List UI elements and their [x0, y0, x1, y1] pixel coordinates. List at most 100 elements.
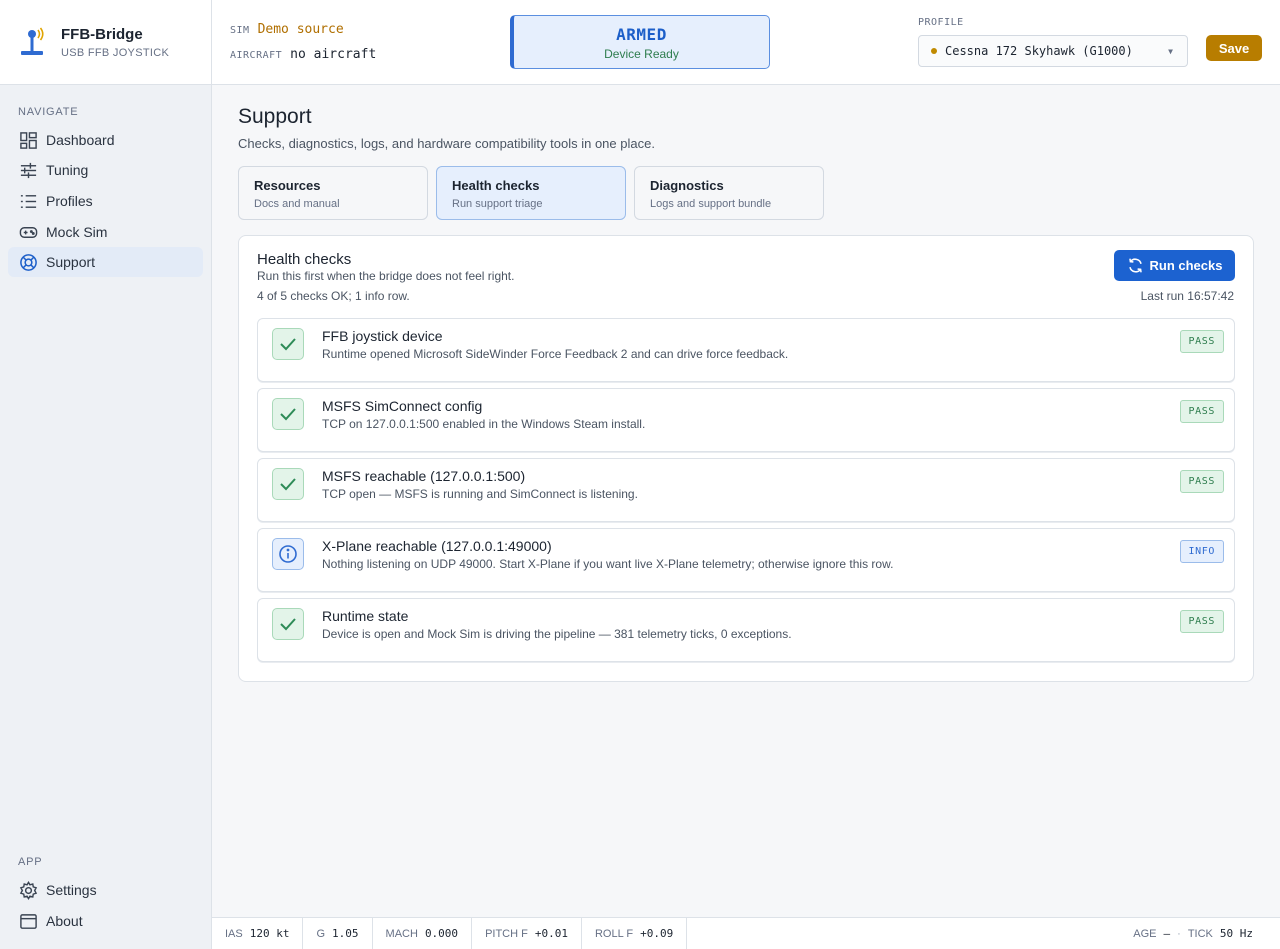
last-run-time: Last run 16:57:42 — [1140, 289, 1234, 303]
panel-subtitle: Run this first when the bridge does not … — [257, 269, 515, 283]
sidebar-item-tuning[interactable]: Tuning — [8, 155, 203, 185]
ias-readout: IAS 120 kt — [212, 918, 304, 949]
pitch-value: +0.01 — [534, 927, 568, 940]
refresh-icon — [1128, 258, 1142, 273]
g-value: 1.05 — [332, 927, 359, 940]
list-icon — [18, 191, 38, 211]
mach-readout: MACH 0.000 — [373, 918, 473, 949]
main-content: Support Checks, diagnostics, logs, and h… — [212, 85, 1280, 917]
pitch-readout: PITCH F +0.01 — [472, 918, 582, 949]
tab-health-checks[interactable]: Health checks Run support triage — [436, 166, 626, 220]
check-title: Runtime state — [322, 608, 409, 624]
aircraft-readout: AIRCRAFT no aircraft — [230, 47, 376, 62]
status-separator: · — [1177, 927, 1181, 940]
run-checks-button[interactable]: Run checks — [1114, 250, 1235, 281]
status-badge: INFO — [1179, 540, 1224, 563]
status-bar: IAS 120 kt G 1.05 MACH 0.000 PITCH F +0.… — [212, 917, 1280, 949]
aircraft-value: no aircraft — [290, 47, 377, 62]
check-title: MSFS reachable (127.0.0.1:500) — [322, 468, 526, 484]
gear-icon — [18, 880, 38, 900]
sidebar-item-about[interactable]: About — [8, 906, 203, 936]
joystick-logo-icon — [21, 27, 44, 55]
sidebar-item-label: Dashboard — [46, 132, 115, 148]
tab-subtitle: Logs and support bundle — [650, 198, 772, 210]
tab-subtitle: Run support triage — [452, 198, 543, 210]
save-button[interactable]: Save — [1206, 35, 1262, 61]
app-heading: APP — [18, 856, 43, 868]
check-description: Nothing listening on UDP 49000. Start X-… — [322, 557, 894, 571]
run-checks-label: Run checks — [1149, 258, 1223, 273]
status-badge: PASS — [1179, 470, 1224, 493]
check-description: Runtime opened Microsoft SideWinder Forc… — [322, 347, 789, 361]
checkmark-icon — [272, 468, 304, 500]
lifebuoy-icon — [18, 252, 38, 272]
armed-status-card: ARMED Device Ready — [510, 15, 770, 69]
tab-diagnostics[interactable]: Diagnostics Logs and support bundle — [634, 166, 824, 220]
tick-key: TICK — [1187, 927, 1213, 940]
sidebar-item-label: Profiles — [46, 193, 93, 209]
profile-select[interactable]: Cessna 172 Skyhawk (G1000) ▼ — [918, 35, 1188, 67]
check-description: Device is open and Mock Sim is driving t… — [322, 627, 792, 641]
g-key: G — [316, 927, 326, 940]
sidebar-item-settings[interactable]: Settings — [8, 875, 203, 905]
check-title: MSFS SimConnect config — [322, 398, 483, 414]
sidebar-item-label: Support — [46, 254, 96, 270]
brand-title: FFB-Bridge — [61, 25, 143, 43]
checks-summary: 4 of 5 checks OK; 1 info row. — [257, 289, 410, 303]
dashboard-icon — [18, 130, 38, 150]
ias-key: IAS — [225, 927, 243, 940]
panel-title: Health checks — [257, 251, 352, 268]
status-badge: PASS — [1179, 610, 1224, 633]
sidebar-item-support[interactable]: Support — [8, 247, 203, 277]
brand-subtitle: USB FFB JOYSTICK — [61, 46, 170, 59]
check-description: TCP on 127.0.0.1:500 enabled in the Wind… — [322, 417, 646, 431]
sidebar-item-mock-sim[interactable]: Mock Sim — [8, 217, 203, 247]
profile-value: Cessna 172 Skyhawk (G1000) — [945, 44, 1133, 58]
sim-key: SIM — [230, 25, 250, 36]
sidebar-item-label: Settings — [46, 882, 97, 898]
roll-key: ROLL F — [594, 927, 634, 940]
checkmark-icon — [272, 608, 304, 640]
checkmark-icon — [272, 328, 304, 360]
ias-value: 120 kt — [249, 927, 290, 940]
g-readout: G 1.05 — [303, 918, 373, 949]
tab-title: Health checks — [452, 178, 540, 193]
roll-readout: ROLL F +0.09 — [582, 918, 688, 949]
mach-value: 0.000 — [424, 927, 459, 940]
brand: FFB-Bridge USB FFB JOYSTICK — [0, 0, 211, 85]
sim-readout: SIM Demo source — [230, 22, 344, 37]
tick-value: 50 Hz — [1219, 927, 1253, 940]
sidebar-item-label: Tuning — [46, 162, 89, 178]
check-row: MSFS reachable (127.0.0.1:500) TCP open … — [257, 458, 1235, 522]
sidebar-item-label: About — [46, 913, 83, 929]
sidebar-item-profiles[interactable]: Profiles — [8, 186, 203, 216]
tab-title: Diagnostics — [650, 178, 724, 193]
gamepad-icon — [18, 222, 38, 242]
sidebar-item-dashboard[interactable]: Dashboard — [8, 125, 203, 155]
page-title: Support — [238, 105, 312, 128]
check-title: FFB joystick device — [322, 328, 443, 344]
top-header: SIM Demo source AIRCRAFT no aircraft ARM… — [212, 0, 1280, 85]
check-row: MSFS SimConnect config TCP on 127.0.0.1:… — [257, 388, 1235, 452]
tab-resources[interactable]: Resources Docs and manual — [238, 166, 428, 220]
tab-title: Resources — [254, 178, 321, 193]
check-title: X-Plane reachable (127.0.0.1:49000) — [322, 538, 552, 554]
status-badge: PASS — [1179, 400, 1224, 423]
check-row: Runtime state Device is open and Mock Si… — [257, 598, 1235, 662]
status-right: AGE — · TICK 50 Hz — [1133, 918, 1253, 949]
nav-heading: NAVIGATE — [18, 106, 79, 118]
sim-value: Demo source — [257, 22, 344, 37]
page-subtitle: Checks, diagnostics, logs, and hardware … — [238, 136, 655, 151]
checkmark-icon — [272, 398, 304, 430]
profile-label: PROFILE — [918, 17, 964, 28]
pitch-key: PITCH F — [485, 927, 528, 940]
info-icon — [272, 538, 304, 570]
check-row: FFB joystick device Runtime opened Micro… — [257, 318, 1235, 382]
roll-value: +0.09 — [640, 927, 674, 940]
status-badge: PASS — [1179, 330, 1224, 353]
aircraft-key: AIRCRAFT — [230, 50, 283, 61]
sidebar: FFB-Bridge USB FFB JOYSTICK NAVIGATE Das… — [0, 0, 212, 949]
check-row: X-Plane reachable (127.0.0.1:49000) Noth… — [257, 528, 1235, 592]
armed-subtitle: Device Ready — [604, 47, 679, 61]
sidebar-item-label: Mock Sim — [46, 224, 108, 240]
